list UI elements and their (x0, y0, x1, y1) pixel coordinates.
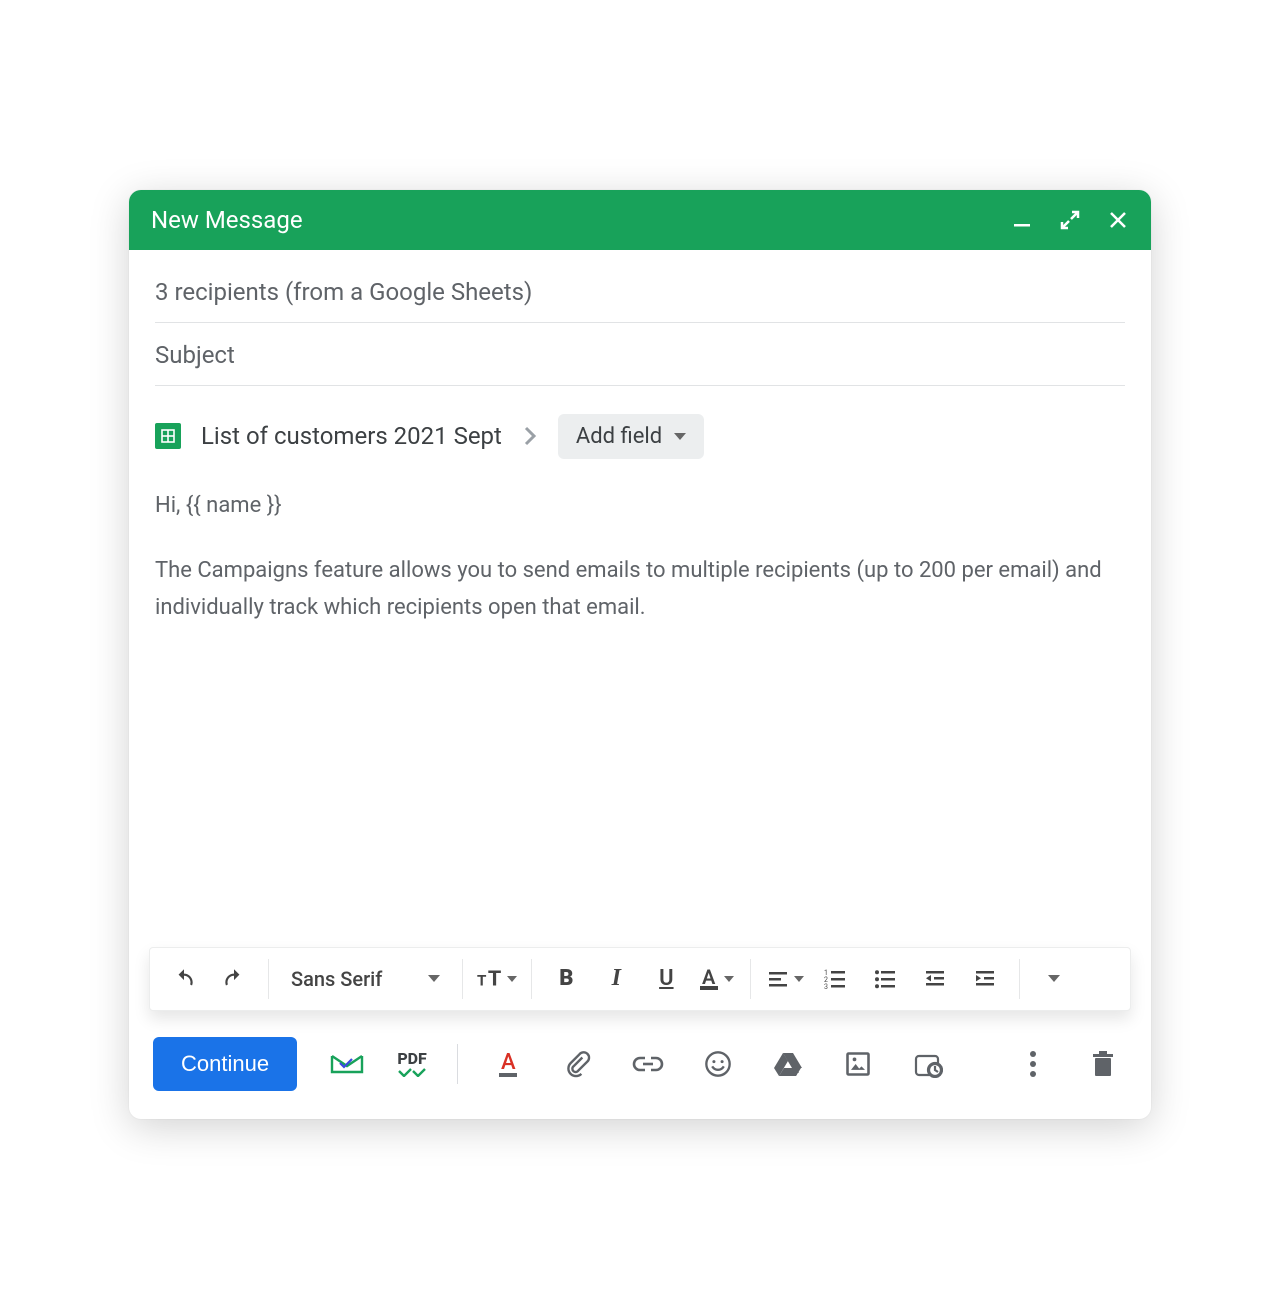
add-field-label: Add field (576, 424, 662, 449)
body-paragraph: The Campaigns feature allows you to send… (155, 552, 1125, 627)
formatting-toolbar: Sans Serif TT B I U A 123 (149, 947, 1131, 1011)
more-options-icon[interactable] (1013, 1044, 1053, 1084)
svg-text:A: A (501, 1050, 516, 1075)
minimize-icon[interactable] (1011, 209, 1033, 231)
datasource-name[interactable]: List of customers 2021 Sept (201, 422, 502, 450)
google-sheets-icon (155, 423, 181, 449)
numbered-list-button[interactable]: 123 (813, 957, 857, 1001)
bold-button[interactable]: B (544, 957, 588, 1001)
font-family-select[interactable]: Sans Serif (281, 967, 450, 991)
bulleted-list-button[interactable] (863, 957, 907, 1001)
insert-drive-icon[interactable]: + (768, 1044, 808, 1084)
header-fields: 3 recipients (from a Google Sheets) Subj… (129, 250, 1151, 386)
svg-text:T: T (477, 971, 487, 989)
svg-text:A: A (702, 966, 716, 989)
expand-icon[interactable] (1059, 209, 1081, 231)
recipients-field[interactable]: 3 recipients (from a Google Sheets) (155, 260, 1125, 323)
italic-button[interactable]: I (594, 957, 638, 1001)
chevron-down-icon (428, 975, 440, 982)
indent-increase-button[interactable] (963, 957, 1007, 1001)
window-title: New Message (151, 206, 303, 234)
svg-text:3: 3 (824, 983, 828, 991)
font-family-label: Sans Serif (291, 967, 382, 991)
mail-tracking-icon[interactable] (327, 1044, 367, 1084)
close-icon[interactable] (1107, 209, 1129, 231)
insert-link-icon[interactable] (628, 1044, 668, 1084)
undo-button[interactable] (162, 957, 206, 1001)
insert-emoji-icon[interactable] (698, 1044, 738, 1084)
text-color-button[interactable]: A (694, 957, 738, 1001)
svg-text:+: + (793, 1066, 799, 1077)
text-format-icon[interactable]: A (488, 1044, 528, 1084)
chevron-down-icon (507, 976, 517, 982)
underline-button[interactable]: U (644, 957, 688, 1001)
subject-field[interactable]: Subject (155, 323, 1125, 386)
titlebar: New Message (129, 190, 1151, 250)
message-body[interactable]: Hi, {{ name }} The Campaigns feature all… (129, 477, 1151, 947)
chevron-down-icon (674, 433, 686, 440)
attach-file-icon[interactable] (558, 1044, 598, 1084)
pdf-tracking-icon[interactable]: PDF (397, 1044, 427, 1084)
chevron-down-icon (1048, 975, 1060, 982)
svg-text:T: T (488, 966, 501, 991)
window-controls (1011, 209, 1129, 231)
discard-draft-icon[interactable] (1083, 1044, 1123, 1084)
font-size-button[interactable]: TT (475, 957, 519, 1001)
align-button[interactable] (763, 957, 807, 1001)
insert-photo-icon[interactable] (838, 1044, 878, 1084)
body-greeting: Hi, {{ name }} (155, 487, 1125, 524)
continue-button[interactable]: Continue (153, 1037, 297, 1091)
action-bar: Continue PDF A (129, 1011, 1151, 1119)
redo-button[interactable] (212, 957, 256, 1001)
chevron-down-icon (724, 976, 734, 982)
chevron-right-icon (522, 425, 538, 447)
chevron-down-icon (794, 976, 804, 982)
compose-window: New Message 3 recipients (from a Google … (129, 190, 1151, 1119)
schedule-send-icon[interactable] (908, 1044, 948, 1084)
datasource-row: List of customers 2021 Sept Add field (129, 386, 1151, 477)
more-formatting-button[interactable] (1032, 957, 1076, 1001)
indent-decrease-button[interactable] (913, 957, 957, 1001)
add-field-button[interactable]: Add field (558, 414, 704, 459)
